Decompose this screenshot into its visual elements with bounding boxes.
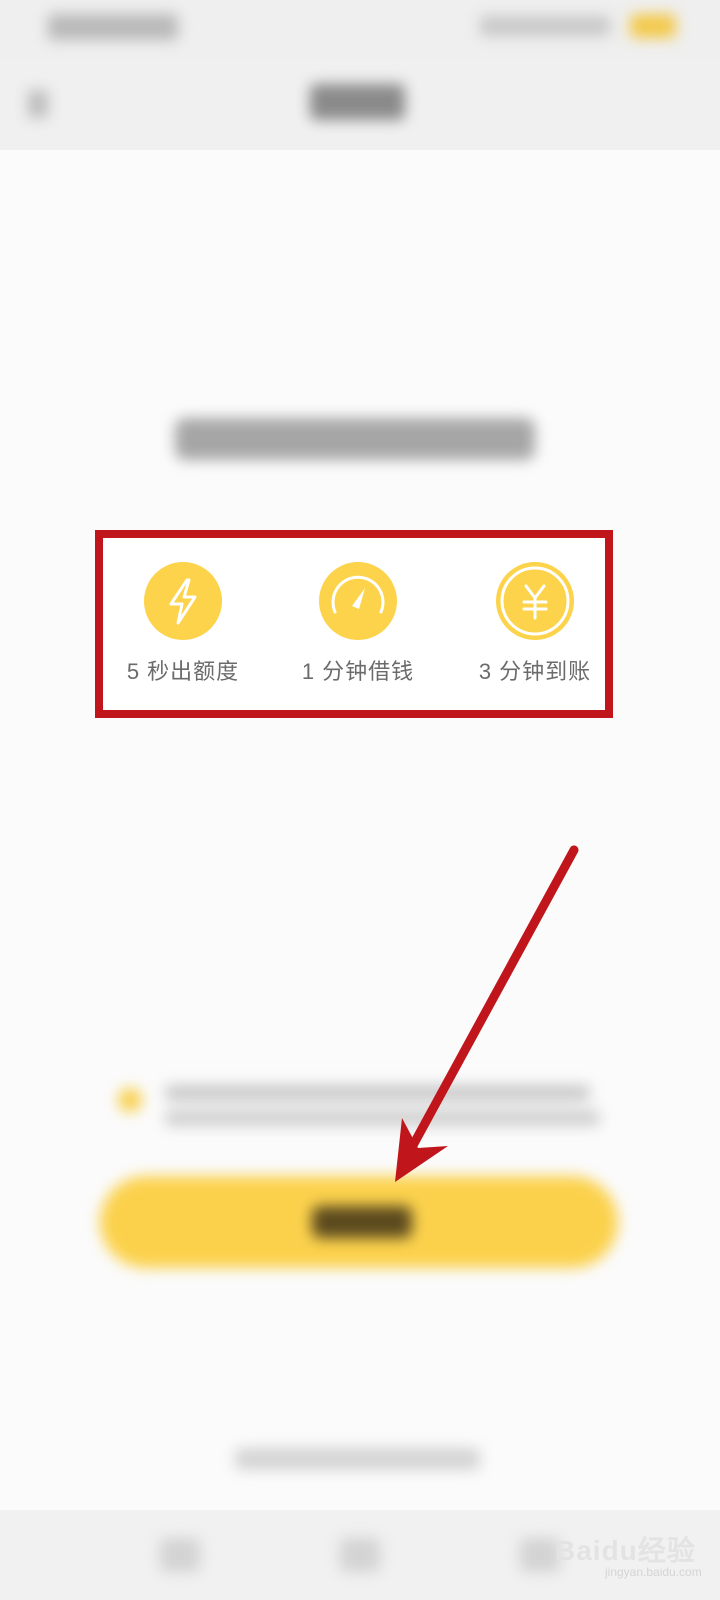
baidu-watermark: Baidu经验 jingyan.baidu.com: [555, 1515, 705, 1579]
annotation-arrow-icon: [395, 845, 579, 1182]
watermark-sub: jingyan.baidu.com: [605, 1565, 702, 1579]
watermark-brand: Baidu经验: [555, 1535, 696, 1566]
